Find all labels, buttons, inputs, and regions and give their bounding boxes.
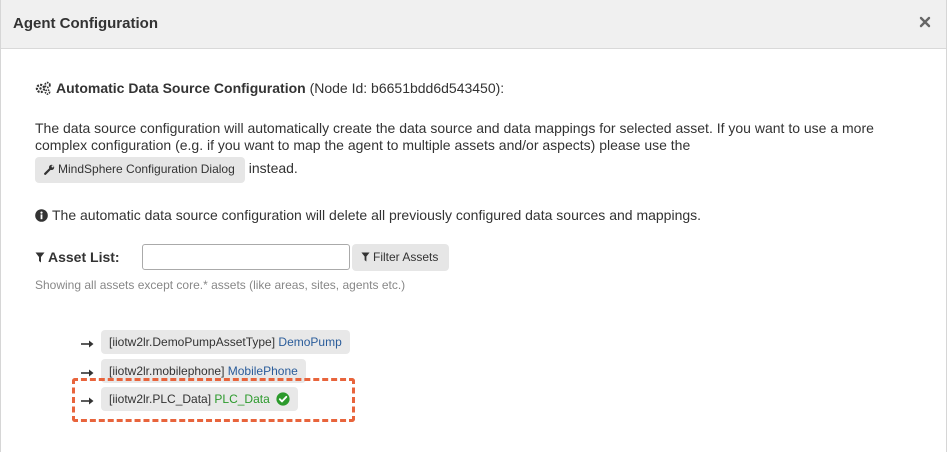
dialog-title: Agent Configuration — [13, 15, 158, 32]
warning-message: The automatic data source configuration … — [35, 207, 701, 225]
asset-type: [iiotw2lr.DemoPumpAssetType] — [109, 335, 276, 349]
asset-list-label: Asset List: — [35, 249, 120, 266]
wrench-icon — [44, 163, 55, 179]
arrow-right-icon — [81, 336, 95, 354]
dialog-body: Automatic Data Source Configuration (Nod… — [1, 50, 946, 452]
dialog-title-bar: Agent Configuration — [1, 0, 946, 49]
agent-configuration-dialog: Agent Configuration Automatic Data Sourc… — [0, 0, 947, 452]
asset-search-input[interactable] — [142, 244, 350, 270]
asset-name: DemoPump — [278, 335, 342, 349]
filter-assets-button-label: Filter Assets — [373, 250, 439, 264]
close-icon — [919, 16, 931, 28]
mindsphere-configuration-button-label: MindSphere Configuration Dialog — [58, 162, 235, 176]
close-button[interactable] — [919, 16, 933, 30]
description: The data source configuration will autom… — [35, 120, 915, 183]
arrow-right-icon — [81, 393, 95, 411]
asset-filter-hint: Showing all assets except core.* assets … — [35, 278, 406, 292]
node-id: (Node Id: b6651bdd6d543450): — [309, 80, 505, 96]
asset-name: MobilePhone — [227, 364, 298, 378]
filter-assets-button[interactable]: Filter Assets — [352, 244, 450, 271]
heading-title: Automatic Data Source Configuration — [56, 80, 306, 96]
filter-icon — [35, 250, 45, 266]
description-suffix: instead. — [248, 160, 298, 176]
asset-tag[interactable]: [iiotw2lr.mobilephone] MobilePhone — [101, 359, 306, 383]
asset-name-selected: PLC_Data — [214, 392, 270, 406]
mindsphere-configuration-button[interactable]: MindSphere Configuration Dialog — [35, 157, 245, 183]
info-circle-icon — [35, 209, 48, 225]
filter-icon — [361, 250, 370, 266]
description-text: The data source configuration will autom… — [35, 120, 874, 153]
asset-type: [iiotw2lr.mobilephone] — [109, 364, 225, 378]
gears-icon — [35, 81, 52, 98]
check-circle-icon — [276, 392, 290, 410]
asset-tag-selected[interactable]: [iiotw2lr.PLC_Data] PLC_Data — [101, 387, 298, 411]
asset-list-label-text: Asset List: — [48, 249, 120, 265]
asset-tag[interactable]: [iiotw2lr.DemoPumpAssetType] DemoPump — [101, 330, 350, 354]
section-heading: Automatic Data Source Configuration (Nod… — [35, 80, 504, 98]
asset-type: [iiotw2lr.PLC_Data] — [109, 392, 212, 406]
arrow-right-icon — [81, 365, 95, 383]
warning-text: The automatic data source configuration … — [52, 207, 702, 223]
